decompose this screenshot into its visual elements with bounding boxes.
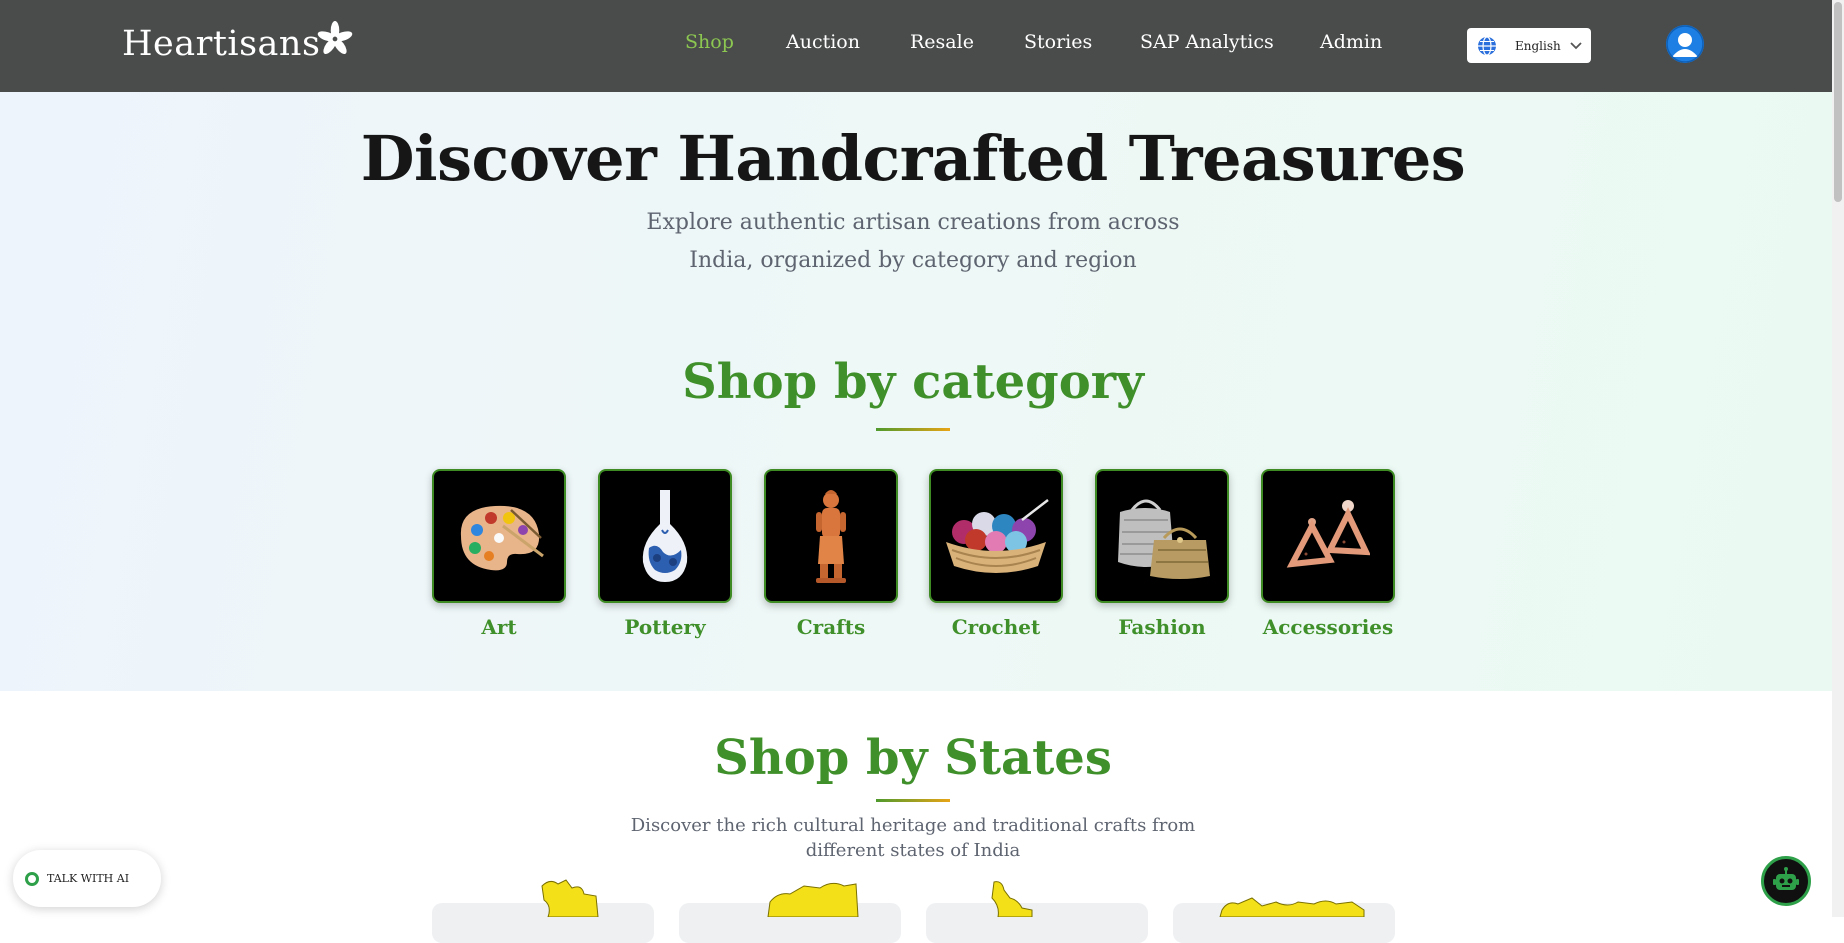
vase-icon xyxy=(642,490,688,582)
category-accessories-image xyxy=(1261,469,1395,603)
states-subtitle-line-1: Discover the rich cultural heritage and … xyxy=(630,815,1196,836)
category-fashion-label: Fashion xyxy=(1118,615,1206,639)
nav-shop[interactable]: Shop xyxy=(685,31,734,53)
hero-subtitle: Explore authentic artisan creations from… xyxy=(0,204,1826,280)
vertical-scrollbar[interactable] xyxy=(1832,0,1844,917)
language-value: English xyxy=(1515,38,1561,53)
category-crochet[interactable]: Crochet xyxy=(929,469,1063,639)
category-accessories-label: Accessories xyxy=(1262,615,1394,639)
category-fashion[interactable]: Fashion xyxy=(1095,469,1229,639)
brand-logo[interactable]: Heartisans xyxy=(122,20,354,64)
category-crochet-image xyxy=(929,469,1063,603)
status-ring-icon xyxy=(25,871,39,886)
nav-stories[interactable]: Stories xyxy=(1024,31,1092,53)
state-card-3[interactable] xyxy=(926,903,1148,943)
category-title-underline xyxy=(876,428,950,431)
chevron-down-icon xyxy=(1570,41,1582,49)
user-icon xyxy=(1666,25,1704,63)
state-map-3 xyxy=(991,881,1033,917)
category-fashion-image xyxy=(1095,469,1229,603)
nav-auction[interactable]: Auction xyxy=(786,31,860,53)
top-navbar: Heartisans Shop Auction Resale Stories S… xyxy=(0,0,1832,92)
category-crochet-label: Crochet xyxy=(951,615,1041,639)
nav-sap-analytics[interactable]: SAP Analytics xyxy=(1140,31,1274,53)
user-avatar[interactable] xyxy=(1666,25,1704,63)
flower-icon xyxy=(318,20,353,55)
state-map-1 xyxy=(541,879,599,917)
earrings-icon xyxy=(1286,500,1370,568)
state-map-4 xyxy=(1219,897,1365,917)
category-crafts-image xyxy=(764,469,898,603)
hero-title: Discover Handcrafted Treasures xyxy=(360,122,1466,195)
category-pottery-label: Pottery xyxy=(624,615,706,639)
category-art-label: Art xyxy=(481,615,517,639)
states-subtitle: Discover the rich cultural heritage and … xyxy=(0,813,1826,863)
category-pottery[interactable]: Pottery xyxy=(598,469,732,639)
states-subtitle-line-2: different states of India xyxy=(805,840,1021,861)
state-map-2 xyxy=(767,882,859,917)
category-art-image xyxy=(432,469,566,603)
language-select[interactable]: English xyxy=(1467,28,1591,63)
hero-section: Discover Handcrafted Treasures Explore a… xyxy=(0,92,1832,691)
category-crafts[interactable]: Crafts xyxy=(764,469,898,639)
scrollbar-thumb[interactable] xyxy=(1834,2,1842,202)
nav-admin[interactable]: Admin xyxy=(1320,31,1382,53)
brand-name: Heartisans xyxy=(122,24,321,64)
yarn-basket-icon xyxy=(946,499,1049,573)
chatbot-button[interactable] xyxy=(1761,856,1811,906)
states-title-underline xyxy=(876,799,950,802)
states-section-title: Shop by States xyxy=(714,730,1112,786)
category-section-title: Shop by category xyxy=(682,354,1144,410)
category-art[interactable]: Art xyxy=(432,469,566,639)
hero-subtitle-line-1: Explore authentic artisan creations from… xyxy=(646,210,1180,235)
hero-subtitle-line-2: India, organized by category and region xyxy=(689,248,1137,273)
talk-with-ai-label: TALK WITH AI xyxy=(47,872,130,885)
terracotta-figurine-icon xyxy=(816,490,846,583)
talk-with-ai-button[interactable]: TALK WITH AI xyxy=(13,850,161,907)
category-crafts-label: Crafts xyxy=(796,615,866,639)
robot-icon xyxy=(1773,867,1799,890)
paint-palette-icon xyxy=(460,505,544,571)
category-pottery-image xyxy=(598,469,732,603)
category-accessories[interactable]: Accessories xyxy=(1261,469,1395,639)
nav-resale[interactable]: Resale xyxy=(910,31,974,53)
handbag-icon xyxy=(1118,499,1210,579)
globe-icon xyxy=(1478,35,1496,56)
